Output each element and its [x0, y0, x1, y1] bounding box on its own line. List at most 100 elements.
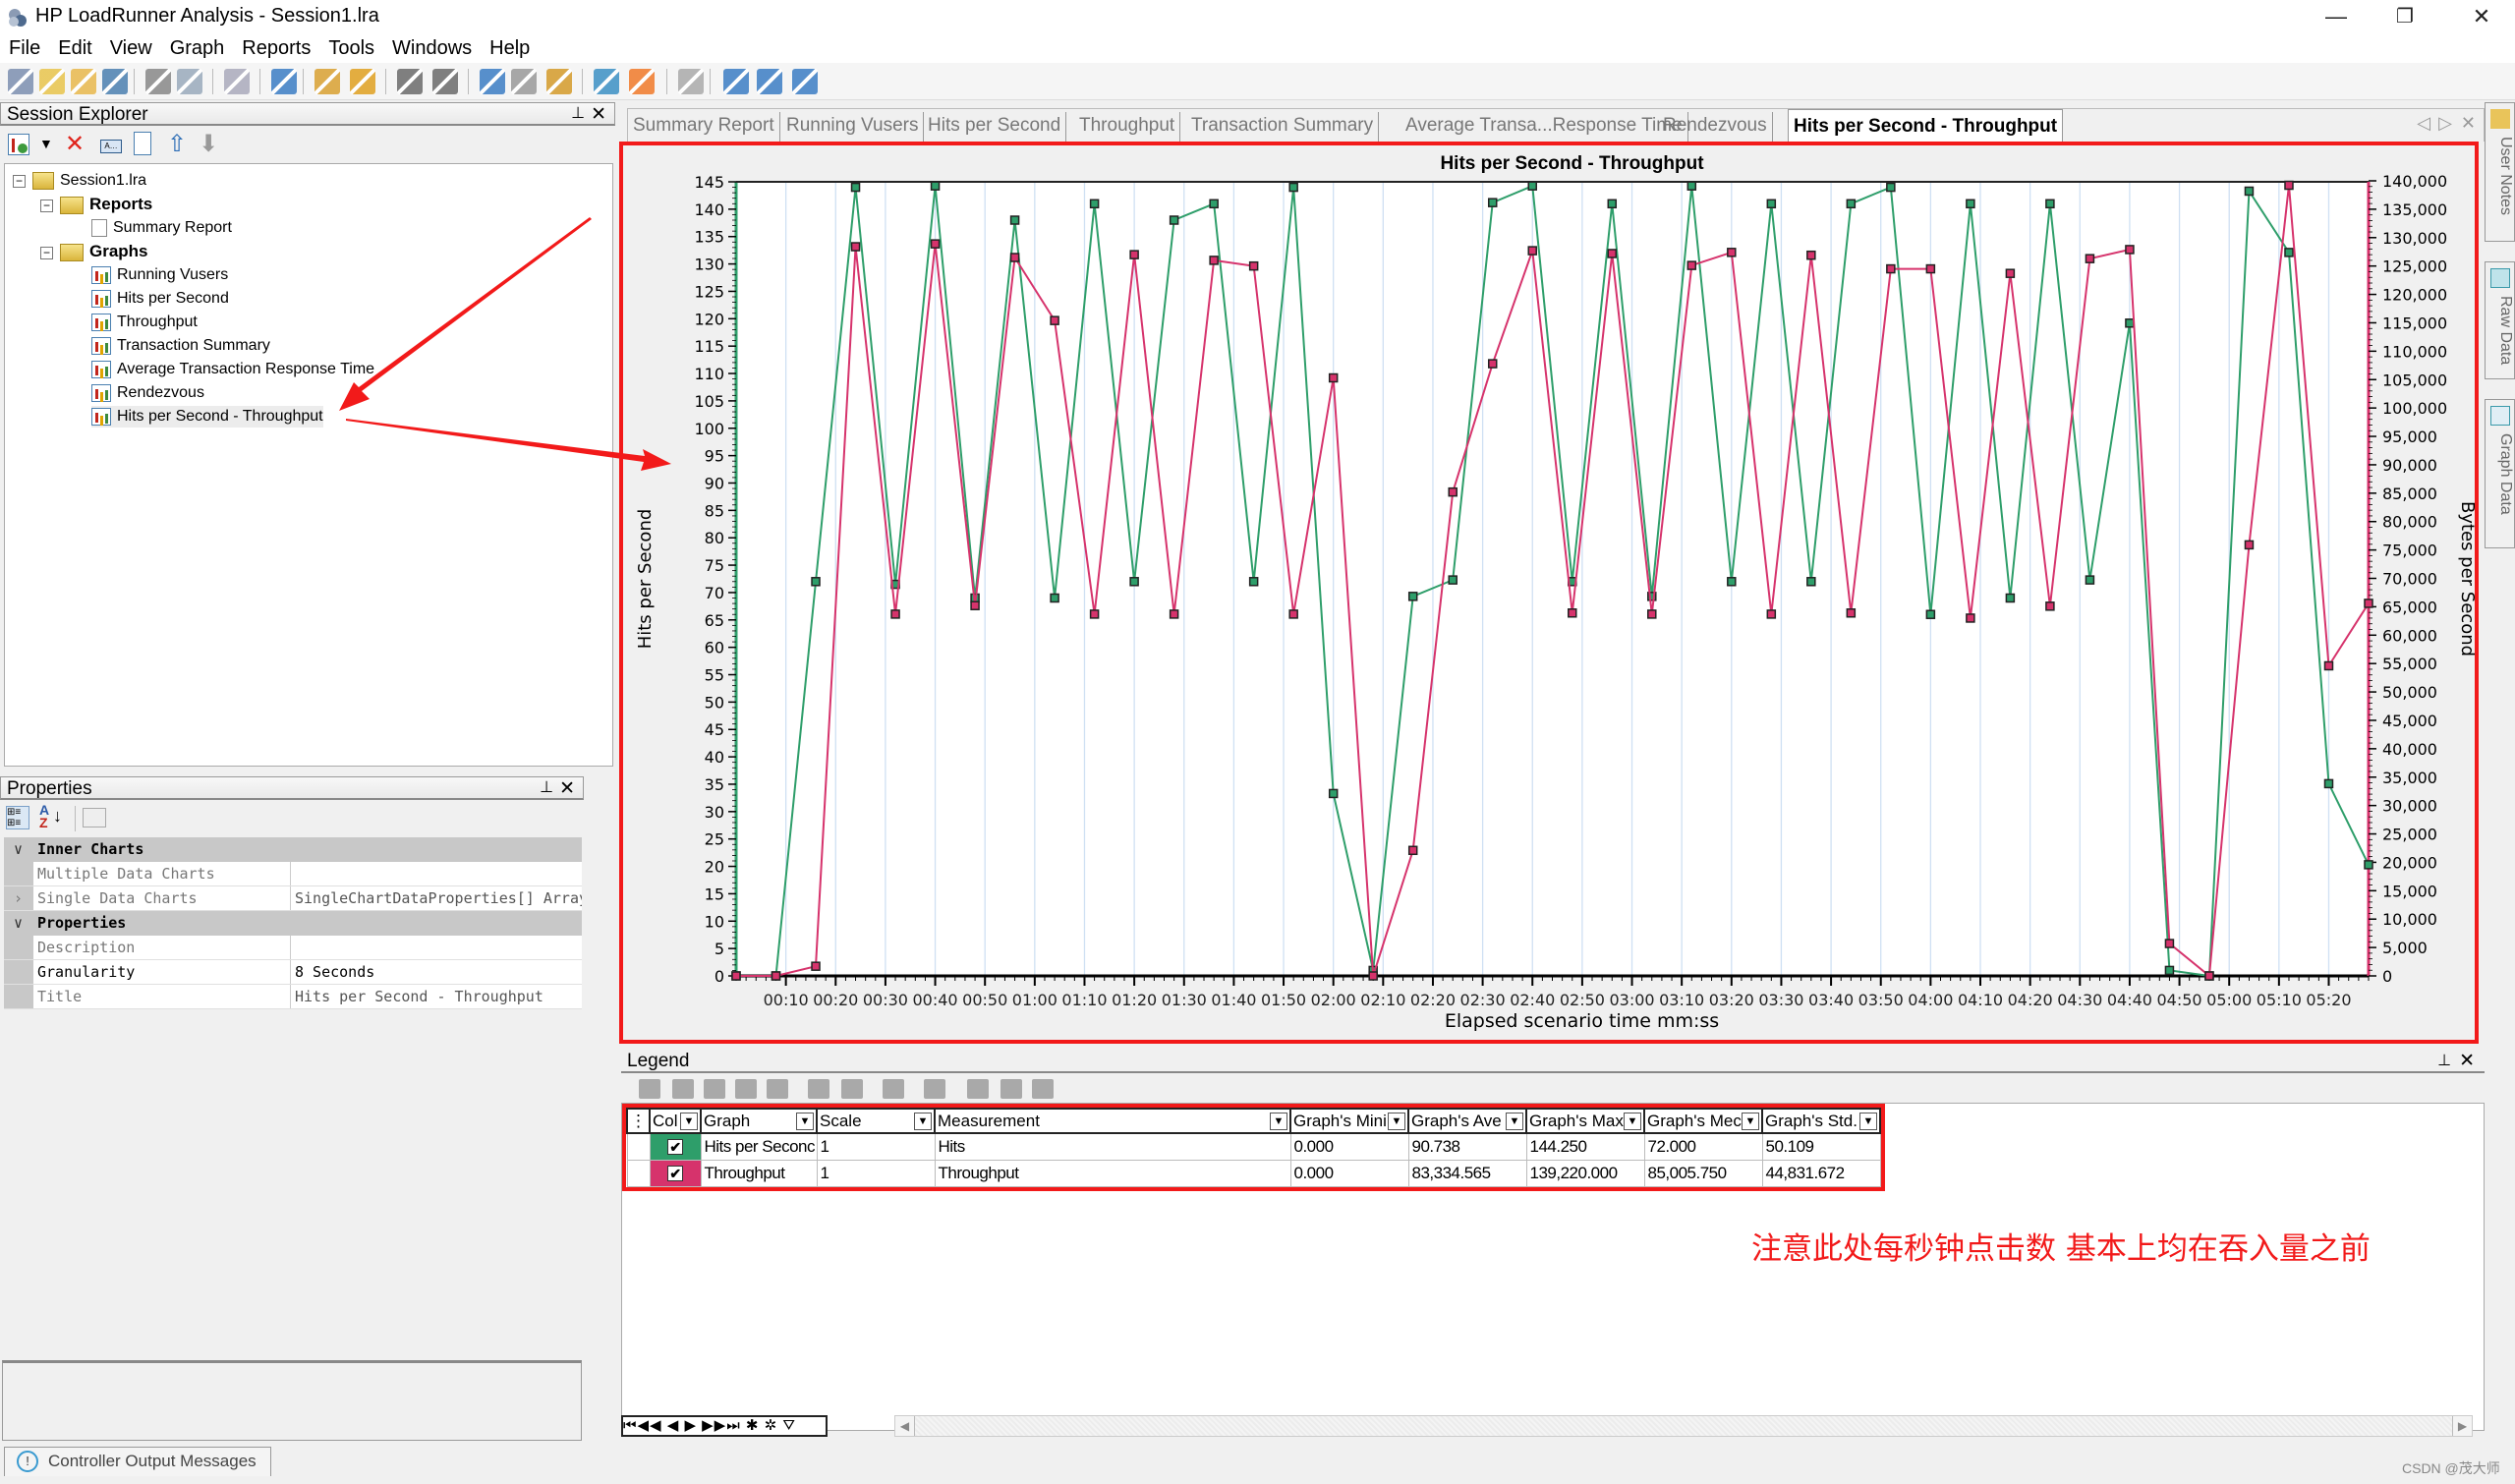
merge-graph-icon[interactable]: [594, 69, 619, 94]
clear-filter-icon[interactable]: [511, 69, 537, 94]
tab-scroll-right-icon[interactable]: ▷: [2438, 113, 2452, 134]
property-value[interactable]: [291, 862, 582, 885]
raw-data-icon[interactable]: [757, 69, 782, 94]
move-left-icon[interactable]: [808, 1079, 829, 1099]
copy-icon[interactable]: [134, 132, 151, 155]
row-selector[interactable]: [626, 1132, 651, 1161]
column-header[interactable]: Measurement ▼: [934, 1108, 1291, 1134]
column-filter-dropdown-icon[interactable]: ▼: [914, 1113, 932, 1130]
column-filter-dropdown-icon[interactable]: ▼: [1859, 1113, 1877, 1130]
visibility-checkbox[interactable]: ✔: [667, 1165, 683, 1181]
close-tab-icon[interactable]: ✕: [2461, 113, 2476, 134]
add-graph-icon[interactable]: [723, 69, 749, 94]
tree-item-graph[interactable]: Transaction Summary: [91, 335, 270, 357]
open-icon[interactable]: [39, 69, 65, 94]
swap-icon[interactable]: [735, 1079, 757, 1099]
menu-reports[interactable]: Reports: [233, 35, 319, 60]
collapse-icon[interactable]: −: [40, 200, 53, 212]
property-row[interactable]: Description: [4, 936, 582, 960]
set-filter-icon[interactable]: [480, 69, 505, 94]
move-right-icon[interactable]: [841, 1079, 863, 1099]
delete-icon[interactable]: ✕: [65, 130, 85, 158]
legend-row[interactable]: ✔ Throughput 1 Throughput 0.000 83,334.565 139…: [626, 1159, 1881, 1187]
side-tab-graph-data[interactable]: Graph Data: [2485, 399, 2515, 548]
columns-icon[interactable]: [924, 1079, 945, 1099]
side-tab-raw-data[interactable]: Raw Data: [2485, 261, 2515, 379]
group-by-icon[interactable]: [546, 69, 572, 94]
tree-item-graphs[interactable]: Graphs: [60, 241, 148, 262]
scroll-left-icon[interactable]: ◀: [895, 1416, 915, 1436]
collapse-icon[interactable]: −: [40, 247, 53, 259]
menu-tools[interactable]: Tools: [319, 35, 383, 60]
column-filter-dropdown-icon[interactable]: ▼: [680, 1113, 698, 1130]
rename-icon[interactable]: A…: [100, 140, 122, 153]
tab-throughput[interactable]: Throughput: [1074, 112, 1181, 142]
series-color-cell[interactable]: ✔: [649, 1159, 702, 1187]
column-header[interactable]: Col ▼: [649, 1108, 702, 1134]
column-filter-dropdown-icon[interactable]: ▼: [1624, 1113, 1641, 1130]
tree-item-reports[interactable]: Reports: [60, 194, 152, 215]
sort-alpha-icon[interactable]: AZ: [39, 803, 49, 829]
pin-icon[interactable]: ⊥: [571, 103, 585, 123]
chevron-down-icon[interactable]: ∨: [14, 837, 23, 862]
side-tab-user-notes[interactable]: User Notes: [2485, 102, 2515, 242]
tab-transaction-summary[interactable]: Transaction Summary: [1186, 112, 1380, 142]
legend-row[interactable]: ✔ Hits per Seconc 1 Hits 0.000 90.738 144.250 7…: [626, 1132, 1881, 1161]
column-header[interactable]: Graph's Mini ▼: [1289, 1108, 1409, 1134]
column-filter-dropdown-icon[interactable]: ▼: [1388, 1113, 1405, 1130]
export-report-icon[interactable]: [177, 69, 202, 94]
column-filter-dropdown-icon[interactable]: ▼: [1742, 1113, 1759, 1130]
property-value[interactable]: 8 Seconds: [291, 960, 582, 984]
column-header[interactable]: Graph ▼: [700, 1108, 818, 1134]
tab-rendezvous[interactable]: Rendezvous: [1658, 112, 1773, 142]
property-pages-icon[interactable]: [83, 808, 106, 828]
menu-help[interactable]: Help: [481, 35, 539, 60]
save-icon[interactable]: [102, 69, 128, 94]
tab-running-vusers[interactable]: Running Vusers: [781, 112, 925, 142]
column-filter-dropdown-icon[interactable]: ▼: [1270, 1113, 1287, 1130]
undo-icon[interactable]: [397, 69, 423, 94]
dropdown-arrow-icon[interactable]: ▼: [39, 136, 53, 151]
property-value[interactable]: Hits per Second - Throughput: [291, 985, 582, 1008]
hide-icon[interactable]: [672, 1079, 694, 1099]
tab-hits-per-second[interactable]: Hits per Second: [923, 112, 1067, 142]
menu-view[interactable]: View: [101, 35, 161, 60]
property-value[interactable]: SingleChartDataProperties[] Array: [291, 886, 582, 910]
tree-item-summary-report[interactable]: Summary Report: [91, 217, 232, 239]
property-category[interactable]: ∨ Properties: [4, 911, 582, 936]
tab-hits-per-second-throughput[interactable]: Hits per Second - Throughput: [1788, 109, 2064, 143]
column-header[interactable]: Graph's Mec ▼: [1643, 1108, 1763, 1134]
property-row[interactable]: Granularity 8 Seconds: [4, 960, 582, 985]
row-selector-header[interactable]: ⋮: [626, 1108, 651, 1134]
pin-icon[interactable]: ⊥: [540, 777, 553, 797]
copy-graph-icon[interactable]: [224, 69, 250, 94]
column-header[interactable]: Scale ▼: [816, 1108, 936, 1134]
tree-item-graph[interactable]: Hits per Second: [91, 288, 229, 310]
collapse-icon[interactable]: −: [13, 175, 26, 188]
move-up-icon[interactable]: ⇧: [167, 130, 187, 158]
add-graph-icon[interactable]: [8, 134, 29, 155]
tab-summary-report[interactable]: Summary Report: [628, 112, 780, 142]
visibility-checkbox[interactable]: ✔: [667, 1138, 683, 1155]
print-icon[interactable]: [1032, 1079, 1054, 1099]
move-down-icon[interactable]: ⬇: [199, 130, 218, 158]
tree-item-graph[interactable]: Throughput: [91, 312, 198, 333]
property-row[interactable]: Title Hits per Second - Throughput: [4, 985, 582, 1009]
column-header[interactable]: Graph's Std. ▼: [1761, 1108, 1881, 1134]
copy-icon[interactable]: [1000, 1079, 1022, 1099]
tree-item-graph[interactable]: Average Transaction Response Time: [91, 359, 374, 380]
show-only-icon[interactable]: [704, 1079, 725, 1099]
filter-icon[interactable]: [767, 1079, 788, 1099]
configure-icon[interactable]: [883, 1079, 904, 1099]
redo-icon[interactable]: [432, 69, 458, 94]
filter-icon[interactable]: [271, 69, 297, 94]
hits-throughput-chart[interactable]: Hits per Second - Throughput00:10 00:20 00…: [623, 145, 2475, 1040]
app-logo-icon[interactable]: [8, 69, 33, 94]
export-icon[interactable]: [967, 1079, 989, 1099]
graph-data-icon[interactable]: [792, 69, 818, 94]
row-selector[interactable]: [626, 1159, 651, 1187]
column-filter-dropdown-icon[interactable]: ▼: [796, 1113, 814, 1130]
column-header[interactable]: Graph's Max ▼: [1525, 1108, 1645, 1134]
pin-icon[interactable]: ⊥: [2437, 1050, 2451, 1073]
controller-output-tab[interactable]: ! Controller Output Messages: [4, 1447, 271, 1476]
